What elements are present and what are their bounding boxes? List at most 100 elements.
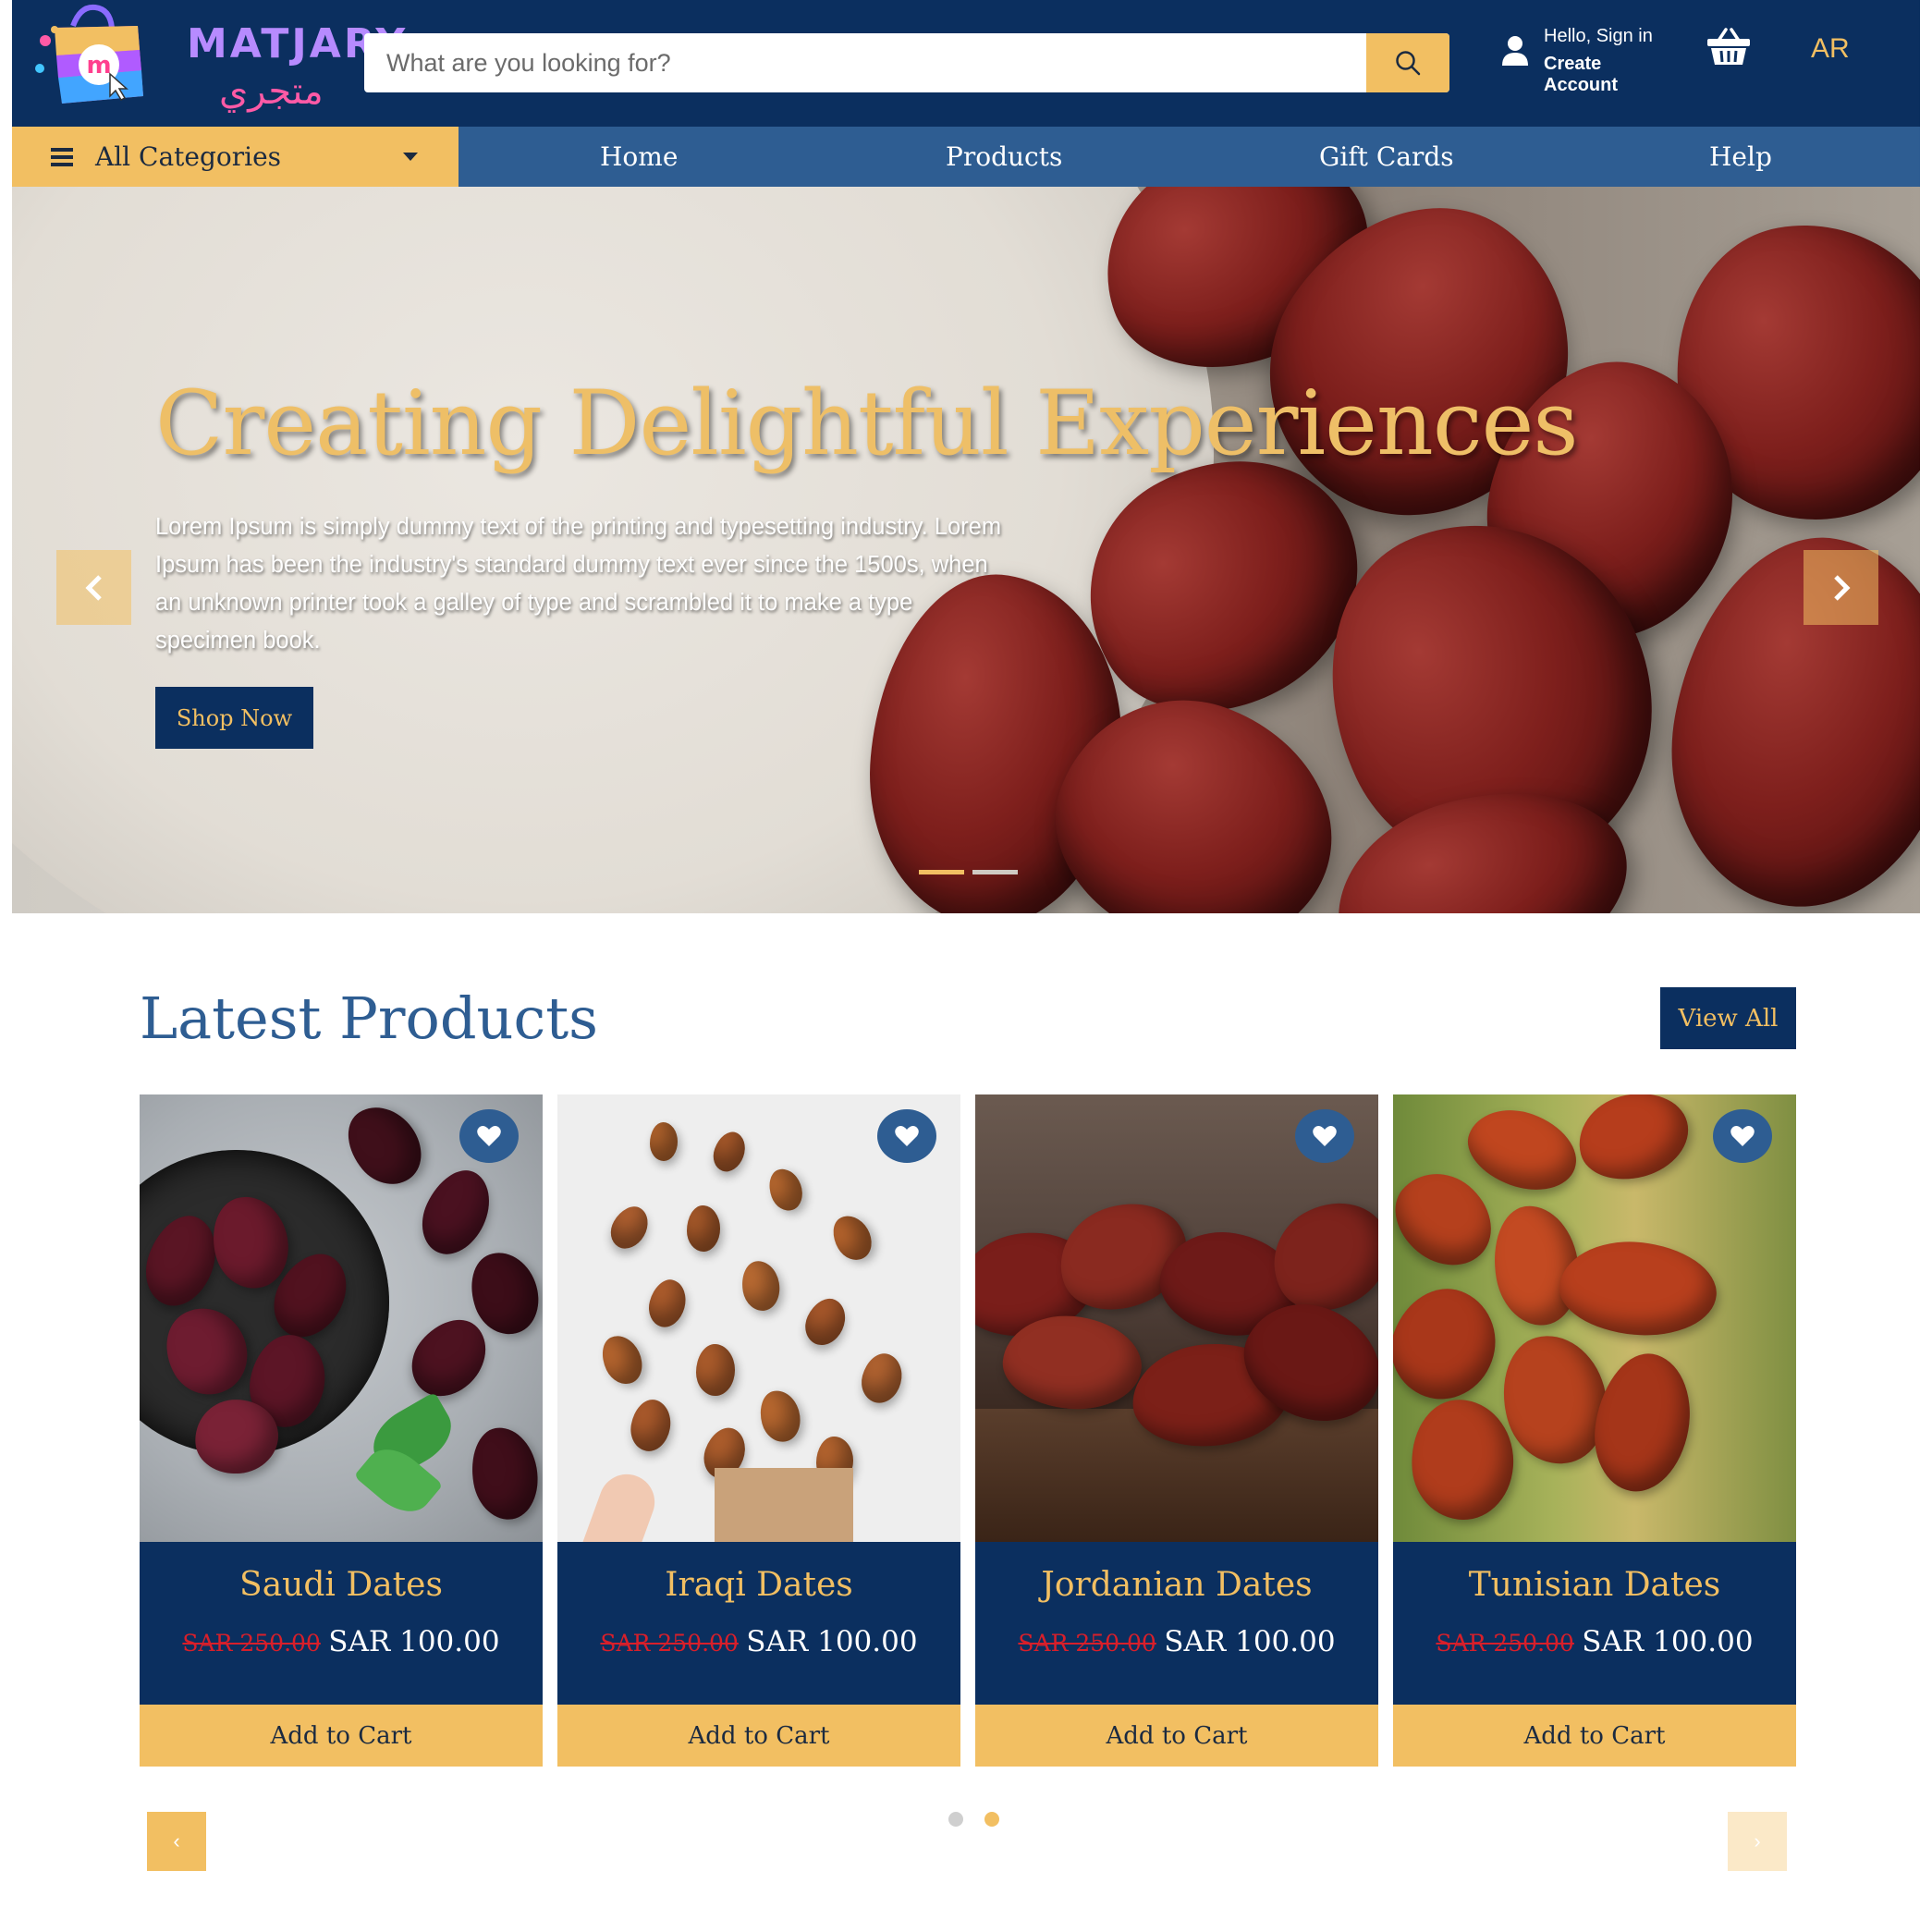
heart-icon	[477, 1126, 501, 1146]
hero-next-button[interactable]	[1804, 550, 1878, 625]
date-shape	[696, 1344, 735, 1396]
nav-products[interactable]: Products	[946, 141, 1062, 172]
create-account-label: Create Account	[1544, 54, 1618, 95]
original-price: SAR 250.00	[1018, 1630, 1156, 1657]
sale-price: SAR 100.00	[328, 1625, 500, 1658]
products-next-button[interactable]: ›	[1728, 1812, 1787, 1871]
wishlist-button[interactable]	[1295, 1109, 1354, 1163]
date-shape	[1555, 1235, 1721, 1342]
date-shape	[738, 1257, 784, 1314]
language-switch[interactable]: AR	[1811, 33, 1850, 65]
products-prev-button[interactable]: ‹	[147, 1812, 206, 1871]
heart-icon	[895, 1126, 919, 1146]
hand-shape	[581, 1466, 663, 1542]
date-shape	[627, 1396, 675, 1455]
search-icon	[1396, 51, 1421, 76]
heart-icon	[1313, 1126, 1337, 1146]
logo[interactable]: m MATJARY متجري	[34, 4, 405, 124]
date-shape	[1457, 1095, 1588, 1204]
hero-carousel: Creating Delightful Experiences Lorem Ip…	[12, 187, 1920, 913]
latest-products-title: Latest Products	[140, 984, 598, 1052]
paper-bag-shape	[715, 1468, 853, 1542]
account-greeting: Hello, Sign in	[1544, 26, 1653, 46]
products-page-indicator[interactable]	[948, 1812, 963, 1827]
product-name[interactable]: Jordanian Dates	[975, 1566, 1378, 1604]
product-card: Iraqi Dates SAR 250.00 SAR 100.00 Add to…	[557, 1094, 960, 1767]
add-to-cart-button[interactable]: Add to Cart	[140, 1705, 543, 1767]
nav-help[interactable]: Help	[1709, 141, 1772, 172]
product-price: SAR 250.00 SAR 100.00	[975, 1625, 1378, 1658]
date-shape	[333, 1094, 436, 1198]
date-shape	[825, 1208, 879, 1267]
date-shape	[708, 1127, 751, 1177]
search-input[interactable]	[364, 33, 1366, 92]
nav-home[interactable]: Home	[600, 141, 678, 172]
product-price: SAR 250.00 SAR 100.00	[557, 1625, 960, 1658]
all-categories-label: All Categories	[95, 141, 282, 172]
main-nav: All Categories Home Products Gift Cards …	[12, 127, 1920, 187]
hero-description: Lorem Ipsum is simply dummy text of the …	[155, 514, 1002, 654]
date-shape	[464, 1422, 543, 1525]
product-card: Saudi Dates SAR 250.00 SAR 100.00 Add to…	[140, 1094, 543, 1767]
user-icon	[1502, 36, 1528, 66]
product-info: Iraqi Dates SAR 250.00 SAR 100.00	[557, 1542, 960, 1705]
menu-icon	[51, 148, 73, 166]
date-shape	[856, 1349, 908, 1408]
basket-icon[interactable]	[1706, 26, 1752, 67]
product-info: Jordanian Dates SAR 250.00 SAR 100.00	[975, 1542, 1378, 1705]
all-categories-dropdown[interactable]: All Categories	[12, 127, 459, 187]
chevron-right-icon	[1833, 574, 1851, 601]
product-price: SAR 250.00 SAR 100.00	[1393, 1625, 1796, 1658]
sale-price: SAR 100.00	[1582, 1625, 1754, 1658]
view-all-button[interactable]: View All	[1660, 987, 1796, 1049]
product-info: Tunisian Dates SAR 250.00 SAR 100.00	[1393, 1542, 1796, 1705]
date-shape	[650, 1122, 678, 1161]
date-shape	[798, 1291, 853, 1352]
add-to-cart-button[interactable]: Add to Cart	[557, 1705, 960, 1767]
account-link[interactable]: Hello, Sign in Create Account	[1500, 22, 1676, 95]
hero-title: Creating Delightful Experiences	[155, 372, 1579, 475]
date-shape	[687, 1205, 720, 1252]
sale-price: SAR 100.00	[746, 1625, 918, 1658]
product-price: SAR 250.00 SAR 100.00	[140, 1625, 543, 1658]
product-name[interactable]: Iraqi Dates	[557, 1566, 960, 1604]
date-shape	[643, 1275, 691, 1332]
product-info: Saudi Dates SAR 250.00 SAR 100.00	[140, 1542, 543, 1705]
search-bar	[364, 33, 1449, 92]
product-card: Jordanian Dates SAR 250.00 SAR 100.00 Ad…	[975, 1094, 1378, 1767]
wishlist-button[interactable]	[1713, 1109, 1772, 1163]
nav-gift-cards[interactable]: Gift Cards	[1319, 141, 1454, 172]
original-price: SAR 250.00	[1436, 1630, 1574, 1657]
product-name[interactable]: Tunisian Dates	[1393, 1566, 1796, 1604]
date-shape	[410, 1159, 503, 1266]
chevron-left-icon	[84, 574, 102, 601]
sale-price: SAR 100.00	[1164, 1625, 1336, 1658]
product-name[interactable]: Saudi Dates	[140, 1566, 543, 1604]
product-card: Tunisian Dates SAR 250.00 SAR 100.00 Add…	[1393, 1094, 1796, 1767]
date-shape	[1406, 1395, 1519, 1524]
hero-slide-indicator[interactable]	[972, 870, 1018, 874]
search-button[interactable]	[1366, 33, 1449, 92]
products-page-indicator[interactable]	[984, 1812, 999, 1827]
svg-text:m: m	[86, 52, 111, 79]
logo-arabic-text: متجري	[219, 70, 324, 113]
date-shape	[594, 1329, 650, 1390]
heart-icon	[1730, 1126, 1755, 1146]
date-shape	[764, 1164, 808, 1216]
date-shape	[1569, 1094, 1698, 1191]
date-shape	[754, 1386, 806, 1447]
wishlist-button[interactable]	[877, 1109, 936, 1163]
date-shape	[604, 1200, 655, 1255]
original-price: SAR 250.00	[182, 1630, 321, 1657]
hero-prev-button[interactable]	[56, 550, 131, 625]
date-shape	[1393, 1274, 1511, 1414]
original-price: SAR 250.00	[600, 1630, 739, 1657]
shopping-bag-logo-icon: m	[35, 4, 143, 104]
shop-now-button[interactable]: Shop Now	[155, 687, 313, 749]
add-to-cart-button[interactable]: Add to Cart	[975, 1705, 1378, 1767]
add-to-cart-button[interactable]: Add to Cart	[1393, 1705, 1796, 1767]
hero-slide-indicator[interactable]	[919, 870, 964, 874]
date-shape	[1584, 1346, 1701, 1499]
page: m MATJARY متجري Hello, Sign in Create Ac…	[12, 0, 1920, 1932]
wishlist-button[interactable]	[459, 1109, 519, 1163]
